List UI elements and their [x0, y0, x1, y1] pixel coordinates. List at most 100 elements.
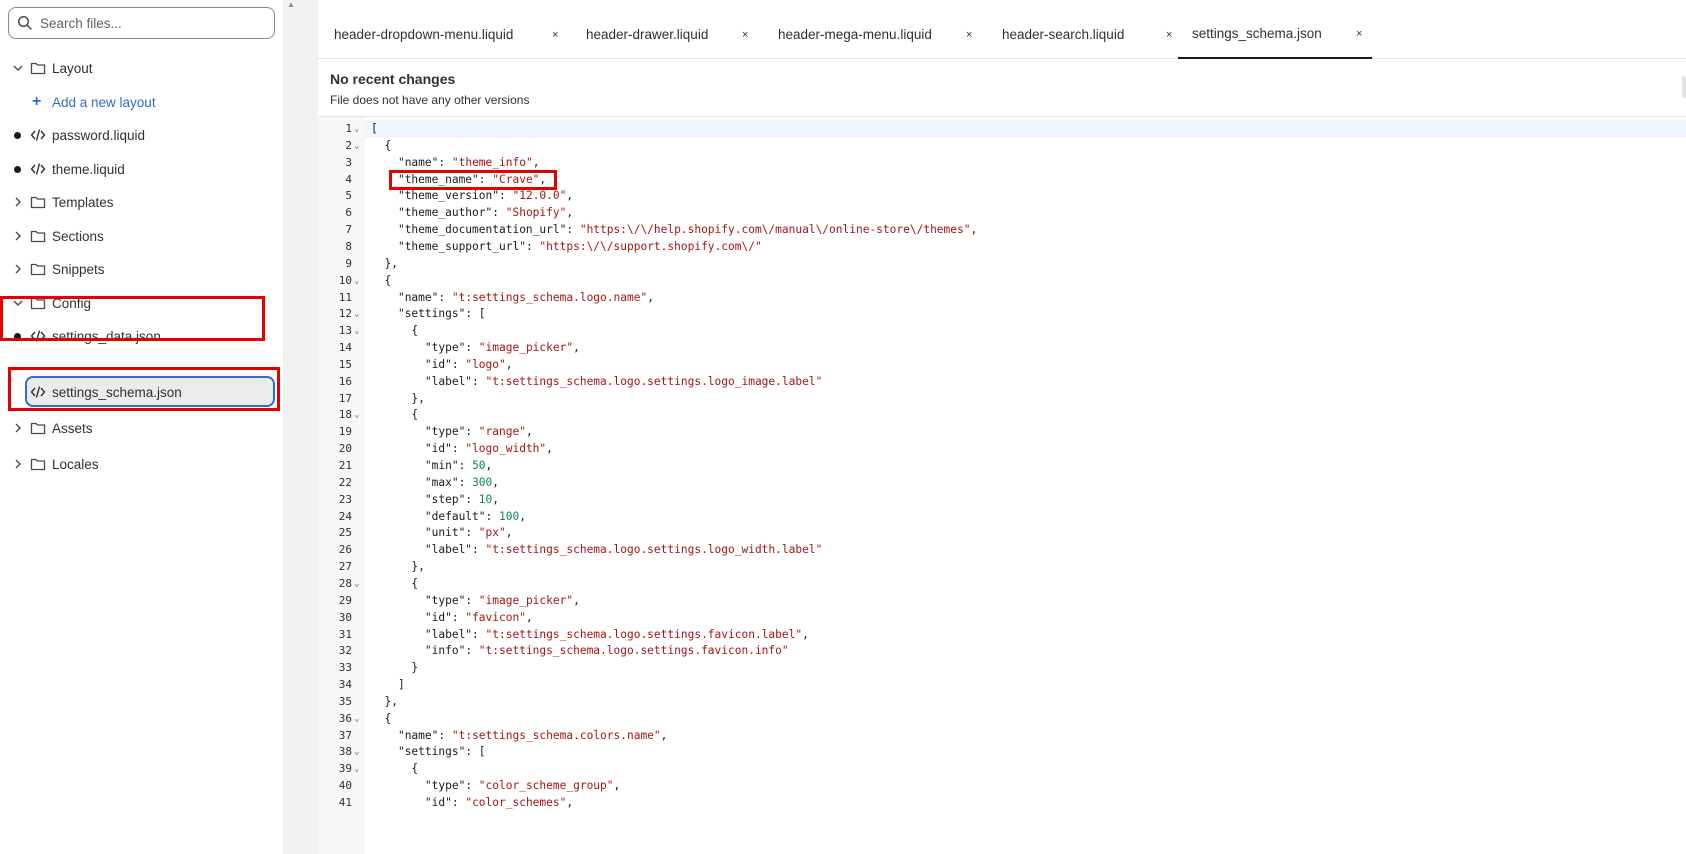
code-line[interactable]: 9 },	[318, 255, 1686, 273]
code-editor[interactable]: 1 ⌄[2 ⌄ {3 "name": "theme_info", 4 "theme_n…	[318, 117, 1686, 854]
folder-assets[interactable]: Assets	[0, 413, 283, 443]
code-line[interactable]: 23 "step": 10,	[318, 491, 1686, 509]
search-input[interactable]	[40, 15, 260, 31]
fold-chevron-icon[interactable]: ⌄	[354, 322, 359, 340]
close-icon[interactable]: ×	[552, 29, 558, 41]
folder-layout[interactable]: Layout	[0, 53, 283, 83]
folder-templates[interactable]: Templates	[0, 187, 283, 217]
code-line[interactable]: 27 },	[318, 558, 1686, 576]
line-number: 11	[338, 290, 352, 304]
code-line[interactable]: 11 "name": "t:settings_schema.logo.name"…	[318, 289, 1686, 307]
tab-header-drawer[interactable]: header-drawer.liquid ×	[570, 10, 760, 59]
code-line[interactable]: 20 "id": "logo_width",	[318, 440, 1686, 458]
chevron-right-icon[interactable]	[12, 230, 24, 242]
fold-chevron-icon[interactable]: ⌄	[354, 305, 359, 323]
code-line[interactable]: 18 ⌄ {	[318, 406, 1686, 424]
code-line[interactable]: 2 ⌄ {	[318, 137, 1686, 155]
annotation-config-box	[0, 296, 265, 341]
code-line[interactable]: 41 "id": "color_schemes",	[318, 794, 1686, 812]
scroll-up-icon[interactable]: ▲	[287, 0, 295, 9]
chevron-right-icon[interactable]	[12, 263, 24, 275]
close-icon[interactable]: ×	[1356, 28, 1362, 40]
search-box[interactable]	[8, 7, 275, 39]
modified-dot-icon	[14, 165, 21, 173]
file-label: password.liquid	[52, 127, 146, 143]
code-line[interactable]: 40 "type": "color_scheme_group",	[318, 777, 1686, 795]
code-line[interactable]: 29 "type": "image_picker",	[318, 592, 1686, 610]
line-number: 14	[338, 341, 352, 355]
code-line[interactable]: 5 "theme_version": "12.0.0",	[318, 187, 1686, 205]
fold-chevron-icon[interactable]: ⌄	[354, 120, 359, 138]
code-line[interactable]: 37 "name": "t:settings_schema.colors.nam…	[318, 727, 1686, 745]
panel-edge-handle[interactable]	[1682, 76, 1686, 98]
code-line[interactable]: 3 "name": "theme_info",	[318, 154, 1686, 172]
code-text: "name": "theme_info",	[397, 155, 540, 169]
fold-chevron-icon[interactable]: ⌄	[354, 743, 359, 761]
fold-chevron-icon[interactable]: ⌄	[354, 406, 359, 424]
code-line[interactable]: 10 ⌄ {	[318, 272, 1686, 290]
code-line[interactable]: 8 "theme_support_url": "https:\/\/suppor…	[318, 238, 1686, 256]
close-icon[interactable]: ×	[742, 29, 748, 41]
code-line[interactable]: 36 ⌄ {	[318, 710, 1686, 728]
code-text: "label": "t:settings_schema.logo.setting…	[424, 374, 823, 388]
fold-chevron-icon[interactable]: ⌄	[354, 272, 359, 290]
code-line[interactable]: 15 "id": "logo",	[318, 356, 1686, 374]
code-text: "theme_support_url": "https:\/\/support.…	[397, 239, 762, 253]
history-subtitle: File does not have any other versions	[330, 93, 530, 107]
close-icon[interactable]: ×	[1166, 29, 1172, 41]
file-password-liquid[interactable]: password.liquid	[0, 120, 283, 150]
chevron-right-icon[interactable]	[12, 196, 24, 208]
folder-snippets[interactable]: Snippets	[0, 254, 283, 284]
code-text: "label": "t:settings_schema.logo.setting…	[424, 627, 809, 641]
code-line[interactable]: 14 "type": "image_picker",	[318, 339, 1686, 357]
line-number: 25	[338, 526, 352, 540]
chevron-down-icon[interactable]	[12, 62, 24, 74]
code-text: ]	[371, 678, 405, 692]
code-line[interactable]: 25 "unit": "px",	[318, 524, 1686, 542]
code-line[interactable]: 24 "default": 100,	[318, 508, 1686, 526]
chevron-right-icon[interactable]	[12, 458, 24, 470]
close-icon[interactable]: ×	[966, 29, 972, 41]
chevron-right-icon[interactable]	[12, 422, 24, 434]
code-line[interactable]: 28 ⌄ {	[318, 575, 1686, 593]
fold-chevron-icon[interactable]: ⌄	[354, 137, 359, 155]
fold-chevron-icon[interactable]: ⌄	[354, 575, 359, 593]
code-line[interactable]: 32 "info": "t:settings_schema.logo.setti…	[318, 642, 1686, 660]
code-line[interactable]: 35 },	[318, 693, 1686, 711]
code-line[interactable]: 31 "label": "t:settings_schema.logo.sett…	[318, 626, 1686, 644]
folder-locales[interactable]: Locales	[0, 449, 283, 479]
code-line[interactable]: 21 "min": 50,	[318, 457, 1686, 475]
code-line[interactable]: 7 "theme_documentation_url": "https:\/\/…	[318, 221, 1686, 239]
tab-settings-schema-json[interactable]: settings_schema.json ×	[1178, 10, 1372, 59]
code-line[interactable]: 26 "label": "t:settings_schema.logo.sett…	[318, 541, 1686, 559]
code-line[interactable]: 16 "label": "t:settings_schema.logo.sett…	[318, 373, 1686, 391]
folder-sections[interactable]: Sections	[0, 221, 283, 251]
code-text: {	[371, 138, 392, 152]
code-line[interactable]: 39 ⌄ {	[318, 760, 1686, 778]
code-line[interactable]: 1 ⌄ [	[318, 120, 1686, 138]
code-line[interactable]: 30 "id": "favicon",	[318, 609, 1686, 627]
panel-divider	[283, 0, 318, 854]
code-line[interactable]: 19 "type": "range",	[318, 423, 1686, 441]
add-new-layout-button[interactable]: + Add a new layout	[0, 87, 283, 117]
tab-header-mega-menu[interactable]: header-mega-menu.liquid ×	[762, 10, 984, 59]
code-line[interactable]: 34 ]	[318, 676, 1686, 694]
code-line[interactable]: 12 ⌄ "settings": [	[318, 305, 1686, 323]
code-text: },	[371, 560, 425, 574]
code-text: "settings": [	[397, 745, 486, 759]
code-line[interactable]: 33 }	[318, 659, 1686, 677]
search-icon	[17, 15, 32, 30]
folder-label: Sections	[52, 228, 104, 244]
code-line[interactable]: 38 ⌄ "settings": [	[318, 743, 1686, 761]
code-line[interactable]: 6 "theme_author": "Shopify",	[318, 204, 1686, 222]
folder-icon	[30, 422, 46, 435]
tab-header-dropdown-menu[interactable]: header-dropdown-menu.liquid ×	[318, 10, 568, 59]
code-line[interactable]: 17 },	[318, 390, 1686, 408]
tab-label: header-drawer.liquid	[586, 27, 709, 42]
code-line[interactable]: 22 "max": 300,	[318, 474, 1686, 492]
code-line[interactable]: 13 ⌄ {	[318, 322, 1686, 340]
tab-header-search[interactable]: header-search.liquid ×	[986, 10, 1182, 59]
file-theme-liquid[interactable]: theme.liquid	[0, 154, 283, 184]
fold-chevron-icon[interactable]: ⌄	[354, 710, 359, 728]
fold-chevron-icon[interactable]: ⌄	[354, 760, 359, 778]
